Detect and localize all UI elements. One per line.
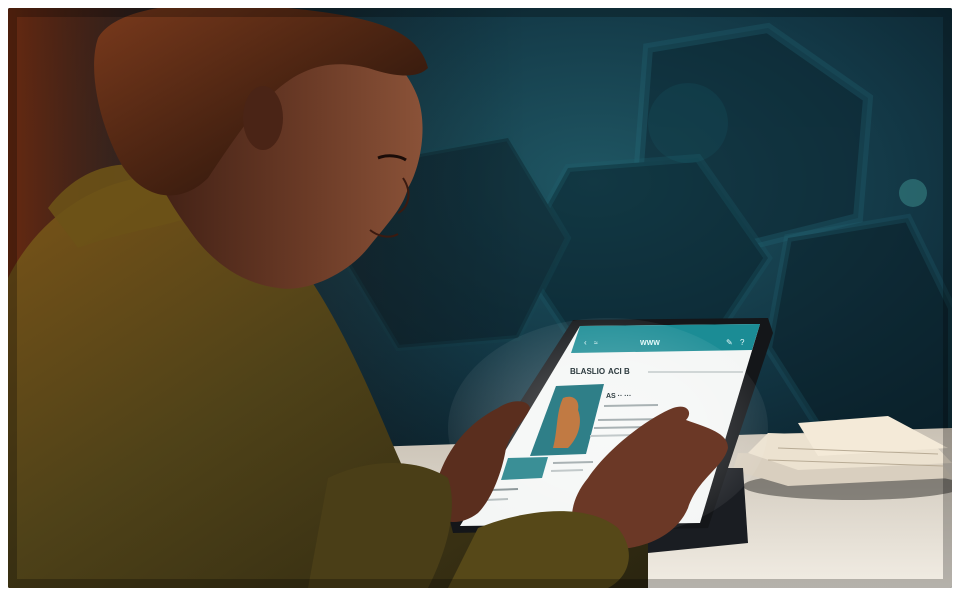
content-subheading: ACI B [608,367,630,376]
back-icon[interactable]: ‹ [584,338,587,347]
left-sleeve [308,463,452,588]
card-line-1 [603,404,659,407]
card-title: AS ·· ··· [606,393,631,400]
edit-icon[interactable]: ✎ [726,338,733,347]
list-item-line-2 [485,498,509,501]
bokeh-glow [648,83,728,163]
list-item-line [489,488,519,491]
ear [243,86,283,150]
content-heading: BLASLIO [570,367,605,376]
second-card-line-1 [552,461,594,464]
photo-scene: WWW ‹ ≈ ✎ ? BLASLIO ACI B AS ·· ··· [8,8,952,588]
second-card-image[interactable] [501,457,548,480]
wifi-icon: ≈ [594,340,598,347]
bokeh-light [899,179,927,207]
photo-frame: WWW ‹ ≈ ✎ ? BLASLIO ACI B AS ·· ··· [8,8,952,588]
second-card-line-2 [550,469,584,472]
help-icon[interactable]: ? [740,338,745,347]
app-header-title: WWW [640,340,660,347]
